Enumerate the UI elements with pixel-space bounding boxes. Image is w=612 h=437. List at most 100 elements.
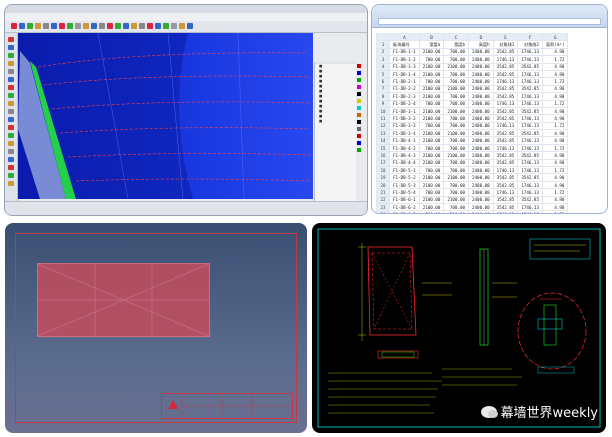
table-cell[interactable]: 3542.85: [492, 47, 519, 57]
row-number[interactable]: 7: [376, 84, 390, 94]
table-cell[interactable]: F1-DB-6-1: [389, 195, 420, 205]
row-number[interactable]: 11: [376, 114, 390, 123]
layer-swatch[interactable]: [357, 78, 361, 82]
tool-icon[interactable]: [8, 53, 14, 58]
table-cell[interactable]: F1-DB-3-2: [389, 114, 420, 123]
table-cell[interactable]: 2400.00: [468, 173, 494, 182]
table-cell[interactable]: 1746.13: [492, 77, 519, 86]
table-cell[interactable]: 3542.85: [492, 114, 519, 123]
table-cell[interactable]: 1746.13: [517, 210, 543, 213]
tool-icon[interactable]: [8, 85, 14, 90]
layer-swatch[interactable]: [357, 134, 361, 138]
row-number[interactable]: 4: [376, 62, 390, 71]
tool-icon[interactable]: [179, 23, 185, 29]
tool-icon[interactable]: [171, 23, 177, 29]
table-cell[interactable]: F1-DB-5-3: [389, 180, 420, 190]
table-cell[interactable]: 1.72: [541, 55, 569, 64]
table-cell[interactable]: 2400.00: [468, 69, 494, 79]
table-cell[interactable]: 3542.85: [492, 62, 519, 71]
table-cell[interactable]: 1.72: [541, 99, 569, 108]
tool-icon[interactable]: [8, 173, 14, 178]
tool-icon[interactable]: [123, 23, 129, 29]
column-header[interactable]: E: [492, 32, 519, 42]
table-cell[interactable]: 1746.13: [517, 99, 543, 108]
tool-icon[interactable]: [8, 69, 14, 74]
table-cell[interactable]: 3542.85: [517, 129, 543, 138]
layer-swatch[interactable]: [357, 92, 361, 96]
row-number[interactable]: 16: [376, 151, 390, 160]
table-cell[interactable]: 3542.85: [492, 136, 519, 145]
table-cell[interactable]: 700.00: [443, 99, 470, 108]
table-cell[interactable]: 2400.00: [468, 210, 494, 213]
table-cell[interactable]: 2100.00: [418, 158, 445, 168]
row-number[interactable]: 13: [376, 129, 390, 138]
layer-swatch[interactable]: [357, 113, 361, 117]
table-cell[interactable]: 1746.13: [492, 121, 519, 131]
row-number[interactable]: 12: [376, 121, 390, 131]
table-cell[interactable]: 2400.00: [468, 62, 494, 71]
table-cell[interactable]: 700.00: [443, 92, 470, 101]
table-cell[interactable]: 4.90: [541, 195, 569, 205]
property-row[interactable]: ■: [315, 119, 356, 124]
table-cell[interactable]: 700.00: [443, 166, 470, 175]
tool-icon[interactable]: [35, 23, 41, 29]
table-cell[interactable]: 700.00: [418, 121, 445, 131]
table-cell[interactable]: F1-DB-4-3: [389, 151, 420, 160]
formula-bar[interactable]: [378, 18, 601, 25]
table-cell[interactable]: 2100.00: [418, 173, 445, 182]
tool-icon[interactable]: [67, 23, 73, 29]
table-cell[interactable]: 700.00: [418, 99, 445, 108]
table-cell[interactable]: 3542.85: [492, 106, 519, 116]
table-cell[interactable]: 1.72: [541, 77, 569, 86]
column-header[interactable]: B: [418, 32, 445, 42]
table-cell[interactable]: 对角线1: [492, 40, 519, 49]
table-cell[interactable]: 2100.00: [418, 180, 445, 190]
table-cell[interactable]: 1746.13: [492, 55, 519, 64]
table-cell[interactable]: 700.00: [418, 143, 445, 153]
table-cell[interactable]: 1746.13: [492, 143, 519, 153]
table-cell[interactable]: 2400.00: [468, 202, 494, 212]
table-cell[interactable]: 2400.00: [468, 195, 494, 205]
table-cell[interactable]: 700.00: [443, 143, 470, 153]
row-number[interactable]: 24: [376, 210, 390, 213]
table-cell[interactable]: F1-DB-6-2: [389, 202, 420, 212]
table-cell[interactable]: 700.00: [418, 166, 445, 175]
row-number[interactable]: 5: [376, 69, 390, 79]
table-cell[interactable]: 2100.00: [443, 106, 470, 116]
table-cell[interactable]: 1746.13: [517, 114, 543, 123]
tool-icon[interactable]: [11, 23, 17, 29]
table-cell[interactable]: 1746.13: [492, 166, 519, 175]
table-cell[interactable]: F1-DB-2-1: [389, 77, 420, 86]
table-cell[interactable]: 2400.00: [468, 129, 494, 138]
table-cell[interactable]: 4.90: [541, 173, 569, 182]
table-cell[interactable]: 1746.13: [492, 210, 519, 213]
table-cell[interactable]: 宽度a: [418, 40, 445, 49]
table-cell[interactable]: 3542.85: [492, 173, 519, 182]
tool-icon[interactable]: [43, 23, 49, 29]
table-cell[interactable]: 1.72: [541, 166, 569, 175]
row-number[interactable]: 17: [376, 158, 390, 168]
table-cell[interactable]: 2100.00: [418, 136, 445, 145]
row-number[interactable]: 19: [376, 173, 390, 182]
tool-icon[interactable]: [75, 23, 81, 29]
table-cell[interactable]: F1-DB-2-2: [389, 84, 420, 94]
table-cell[interactable]: 2100.00: [418, 92, 445, 101]
table-cell[interactable]: 700.00: [443, 202, 470, 212]
table-cell[interactable]: 2100.00: [443, 129, 470, 138]
table-cell[interactable]: 1746.13: [492, 188, 519, 197]
tool-icon[interactable]: [8, 165, 14, 170]
table-cell[interactable]: F1-DB-3-4: [389, 129, 420, 138]
row-number[interactable]: 22: [376, 195, 390, 205]
table-cell[interactable]: 700.00: [443, 114, 470, 123]
table-cell[interactable]: 3542.85: [517, 84, 543, 94]
table-cell[interactable]: 2400.00: [468, 47, 494, 57]
layer-swatch[interactable]: [357, 99, 361, 103]
tool-icon[interactable]: [83, 23, 89, 29]
tool-icon[interactable]: [8, 93, 14, 98]
tool-icon[interactable]: [8, 157, 14, 162]
table-cell[interactable]: 700.00: [443, 210, 470, 213]
table-cell[interactable]: 2100.00: [418, 84, 445, 94]
row-number[interactable]: 1: [376, 40, 390, 49]
table-cell[interactable]: 1.72: [541, 121, 569, 131]
tool-icon[interactable]: [59, 23, 65, 29]
